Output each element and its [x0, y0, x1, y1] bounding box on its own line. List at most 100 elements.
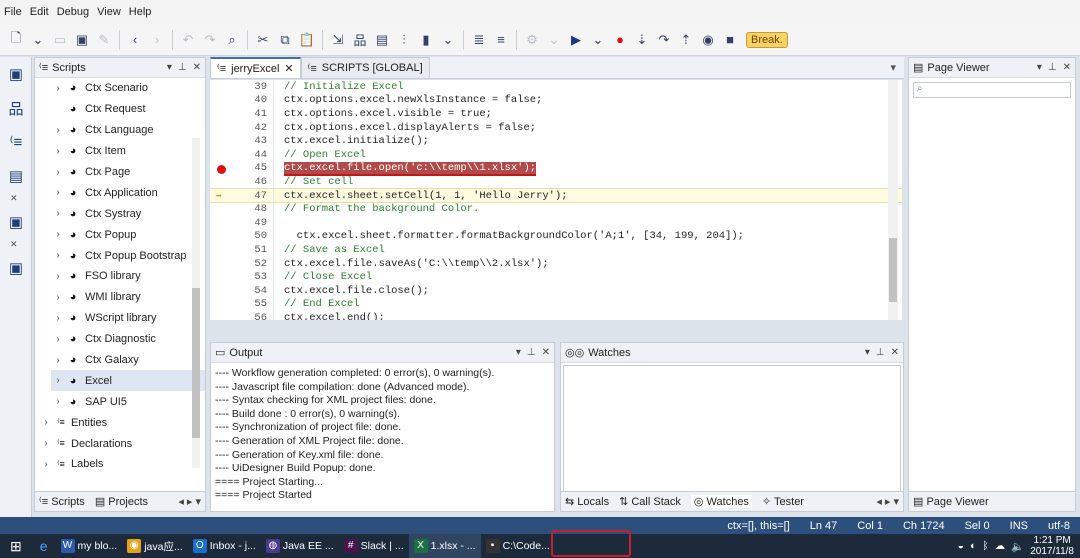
- chevron-right-icon[interactable]: ›: [39, 459, 53, 470]
- chevron-right-icon[interactable]: ›: [51, 208, 65, 219]
- tab-page-viewer[interactable]: ▤ Page Viewer: [913, 495, 989, 508]
- tree-item[interactable]: › ◕ Ctx Language: [51, 120, 205, 141]
- chevron-right-icon[interactable]: ›: [51, 313, 65, 324]
- settings-sliders-icon[interactable]: ⫶: [394, 29, 414, 51]
- taskbar-item[interactable]: X 1.xlsx - ...: [408, 534, 481, 558]
- forward-icon[interactable]: ›: [147, 29, 167, 51]
- chevron-right-icon[interactable]: ›: [51, 125, 65, 136]
- code-line[interactable]: 52 ctx.excel.file.saveAs('C:\\temp\\2.xls…: [210, 256, 902, 271]
- tab-locals[interactable]: ⇆ Locals: [565, 495, 609, 508]
- gutter[interactable]: [210, 175, 246, 189]
- taskbar-item[interactable]: ▪ C:\Code...: [481, 534, 555, 558]
- volume-icon[interactable]: 🔈: [1011, 540, 1024, 553]
- code-editor[interactable]: 39 // Initialize Excel 40 ctx.options.excel…: [210, 80, 902, 320]
- window-icon[interactable]: ▤: [372, 29, 392, 51]
- taskbar-item[interactable]: ◍ Java EE ...: [261, 534, 339, 558]
- paste-icon[interactable]: 📋: [297, 29, 317, 51]
- save-all-icon[interactable]: ▣: [72, 29, 92, 51]
- menu-item-debug[interactable]: Debug: [57, 6, 97, 18]
- watches-grid[interactable]: [563, 365, 901, 492]
- code-line[interactable]: 45 ctx.excel.file.open('c:\\temp\\1.xlsx'…: [210, 161, 902, 177]
- tree-item[interactable]: › ◕ Ctx Application: [51, 182, 205, 203]
- pin-icon[interactable]: ⊥: [178, 62, 187, 73]
- tab-jerryexcel[interactable]: ⁽≡ jerryExcel ✕: [210, 57, 301, 78]
- chevron-down-icon[interactable]: ▾: [1037, 62, 1042, 73]
- chevron-right-icon[interactable]: ›: [51, 167, 65, 178]
- chevron-right-icon[interactable]: ›: [51, 355, 65, 366]
- code-line[interactable]: 50 ctx.excel.sheet.formatter.formatBackg…: [210, 229, 902, 244]
- tab-scripts-global[interactable]: ⁽≡ SCRIPTS [GLOBAL]: [300, 57, 430, 78]
- tab-nav-icon[interactable]: ◂ ▸ ▾: [876, 495, 899, 508]
- start-button[interactable]: ⊞: [0, 534, 32, 558]
- taskbar-item[interactable]: O Inbox - j...: [188, 534, 261, 558]
- hierarchy-icon[interactable]: 品: [0, 91, 32, 125]
- undo-icon[interactable]: ↶: [178, 29, 198, 51]
- close-icon[interactable]: ✕: [1063, 62, 1071, 73]
- pin-icon[interactable]: ⊥: [876, 347, 885, 358]
- cloud-icon[interactable]: ☁: [995, 540, 1006, 552]
- tree-item[interactable]: › ◕ Ctx Popup: [51, 224, 205, 245]
- tree-item[interactable]: › ⁽≡ Entities: [39, 412, 205, 433]
- tab-watches[interactable]: ◎ Watches: [690, 495, 752, 508]
- gutter[interactable]: [210, 298, 246, 312]
- step-out-icon[interactable]: ⇡: [676, 29, 696, 51]
- build-icon[interactable]: ⚙: [522, 29, 542, 51]
- run-icon[interactable]: ▶: [566, 29, 586, 51]
- tray-icon[interactable]: ◒: [958, 540, 964, 552]
- tree-item[interactable]: › ◕ Ctx Diagnostic: [51, 329, 205, 350]
- gutter[interactable]: [210, 216, 246, 230]
- gutter[interactable]: [210, 202, 246, 216]
- chevron-down-icon[interactable]: ⌄: [588, 29, 608, 51]
- chevron-right-icon[interactable]: ›: [51, 187, 65, 198]
- code-line[interactable]: 54 ctx.excel.file.close();: [210, 283, 902, 298]
- taskbar-item[interactable]: # Slack | ...: [339, 534, 409, 558]
- tab-scripts[interactable]: ⁽≡ Scripts: [39, 495, 85, 508]
- chevron-right-icon[interactable]: ›: [51, 292, 65, 303]
- outdent-icon[interactable]: ≡: [491, 29, 511, 51]
- code-line[interactable]: 51 // Save as Excel: [210, 243, 902, 257]
- window-icon[interactable]: ▣: [0, 57, 32, 91]
- menu-item-file[interactable]: File: [4, 6, 30, 18]
- gutter[interactable]: [210, 80, 246, 94]
- code-line[interactable]: 49: [210, 215, 902, 230]
- menu-item-view[interactable]: View: [97, 6, 129, 18]
- chevron-down-icon[interactable]: ▾: [167, 62, 172, 73]
- code-line[interactable]: 44 // Open Excel: [210, 147, 902, 162]
- chevron-down-icon[interactable]: ⌄: [438, 29, 458, 51]
- new-file-icon[interactable]: 🗋: [6, 29, 26, 51]
- step-over-icon[interactable]: ↷: [654, 29, 674, 51]
- gutter[interactable]: [210, 257, 246, 271]
- code-line[interactable]: 40 ctx.options.excel.newXlsInstance = fal…: [210, 93, 902, 108]
- panel-icon[interactable]: ▣: [0, 251, 32, 285]
- tree-item[interactable]: › ◕ FSO library: [51, 266, 205, 287]
- chevron-down-icon[interactable]: ▾: [882, 61, 904, 78]
- close-icon[interactable]: ✕: [0, 239, 32, 251]
- chevron-right-icon[interactable]: ›: [51, 375, 65, 386]
- copy-icon[interactable]: ⧉: [275, 29, 295, 51]
- tree-item[interactable]: › ◕ Ctx Systray: [51, 203, 205, 224]
- tab-tester[interactable]: ✧ Tester: [762, 495, 804, 508]
- scripts-icon[interactable]: ⁽≡: [0, 125, 32, 159]
- chevron-down-icon[interactable]: ▾: [865, 347, 870, 358]
- code-line[interactable]: 53 // Close Excel: [210, 270, 902, 284]
- gutter[interactable]: [210, 230, 246, 244]
- step-into-icon[interactable]: ⇣: [632, 29, 652, 51]
- gutter[interactable]: [210, 270, 246, 284]
- tree-item[interactable]: › ◕ Ctx Scenario: [51, 78, 205, 99]
- chevron-right-icon[interactable]: ›: [51, 229, 65, 240]
- code-line[interactable]: 46 // Set cell: [210, 175, 902, 189]
- chevron-right-icon[interactable]: ›: [51, 334, 65, 345]
- pin-icon[interactable]: ⊥: [1048, 62, 1057, 73]
- tree-item[interactable]: › ◕ Ctx Popup Bootstrap: [51, 245, 205, 266]
- chevron-right-icon[interactable]: ›: [39, 417, 53, 428]
- cut-icon[interactable]: ✂: [253, 29, 273, 51]
- import-icon[interactable]: ⇲: [328, 29, 348, 51]
- menu-item-edit[interactable]: Edit: [30, 6, 57, 18]
- code-line[interactable]: 43 ctx.excel.initialize();: [210, 134, 902, 148]
- record-icon[interactable]: ◉: [698, 29, 718, 51]
- code-line[interactable]: 39 // Initialize Excel: [210, 80, 902, 94]
- bluetooth-icon[interactable]: ᛒ: [982, 540, 988, 552]
- scrollbar[interactable]: [192, 138, 200, 468]
- edge-icon[interactable]: e: [32, 534, 56, 558]
- gutter[interactable]: [210, 121, 246, 135]
